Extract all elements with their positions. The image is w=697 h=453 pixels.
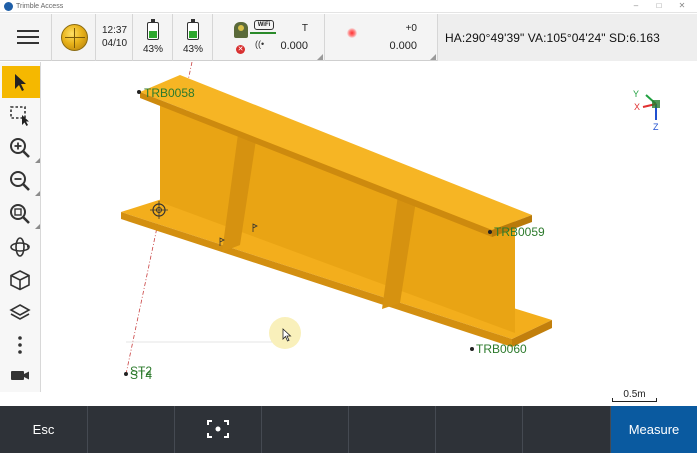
main-menu-button[interactable] bbox=[0, 14, 52, 61]
gnss-status-button[interactable] bbox=[52, 14, 96, 61]
point-label-trb0058[interactable]: TRB0058 bbox=[144, 86, 195, 100]
model-scene: Y X Z bbox=[121, 62, 660, 376]
axis-y-label: Y bbox=[633, 89, 639, 99]
maximize-button[interactable]: □ bbox=[648, 0, 670, 12]
measure-button[interactable]: Measure bbox=[611, 406, 697, 453]
prism-constant-label: +0 bbox=[405, 23, 417, 34]
point-marker bbox=[124, 372, 128, 376]
softkey-empty-3[interactable] bbox=[349, 406, 436, 453]
trimble-logo-icon bbox=[4, 2, 13, 11]
softkey-empty-1[interactable] bbox=[88, 406, 175, 453]
hamburger-icon bbox=[17, 30, 39, 32]
box-select-icon bbox=[10, 106, 29, 126]
layers-tool[interactable] bbox=[2, 297, 40, 329]
view-cube-tool[interactable] bbox=[2, 264, 40, 296]
clock-date: 04/10 bbox=[101, 38, 128, 49]
orbit-icon bbox=[10, 237, 30, 257]
point-marker bbox=[488, 230, 492, 234]
clock-display: 12:37 04/10 bbox=[96, 14, 133, 61]
softkey-empty-4[interactable] bbox=[436, 406, 523, 453]
battery-controller-pct: 43% bbox=[142, 44, 163, 55]
battery-instrument-pct: 43% bbox=[182, 44, 203, 55]
camera-tool[interactable] bbox=[2, 359, 40, 391]
point-marker bbox=[470, 347, 474, 351]
corner-indicator bbox=[317, 54, 323, 60]
point-label-trb0060[interactable]: TRB0060 bbox=[476, 342, 527, 356]
battery-icon bbox=[147, 19, 159, 40]
minimize-button[interactable]: – bbox=[625, 0, 647, 12]
close-button[interactable]: ✕ bbox=[671, 0, 693, 12]
softkey-empty-2[interactable] bbox=[262, 406, 349, 453]
laser-pointer-icon bbox=[347, 28, 357, 38]
wifi-icon: ((• bbox=[255, 39, 265, 49]
zoom-extents-icon bbox=[10, 204, 30, 224]
target-height-label: T bbox=[301, 23, 308, 34]
zoom-out-icon bbox=[10, 171, 30, 191]
softkey-empty-5[interactable] bbox=[523, 406, 611, 453]
more-tool[interactable] bbox=[2, 329, 40, 361]
angle-readout-text: HA:290°49'39" VA:105°04'24" SD:6.163 bbox=[445, 31, 660, 45]
trimble-access-window: Trimble Access – □ ✕ 12:37 04/10 43% 43%… bbox=[0, 0, 697, 453]
zoom-out-tool[interactable] bbox=[2, 165, 40, 197]
battery-instrument[interactable]: 43% bbox=[173, 14, 213, 61]
more-vertical-icon bbox=[18, 336, 22, 354]
angle-readout[interactable]: HA:290°49'39" VA:105°04'24" SD:6.163 bbox=[438, 14, 697, 61]
zoom-in-tool[interactable] bbox=[2, 132, 40, 164]
zoom-in-icon bbox=[10, 138, 30, 158]
box-select-tool[interactable] bbox=[2, 99, 40, 131]
snap-target-icon bbox=[207, 420, 229, 438]
signal-bar bbox=[250, 32, 276, 34]
cube-icon bbox=[10, 270, 30, 291]
globe-icon bbox=[61, 24, 88, 51]
window-title: Trimble Access bbox=[16, 3, 64, 10]
mouse-cursor-icon bbox=[282, 328, 292, 342]
map-viewport[interactable]: Y X Z TRB0058 TRB0059 TRB0060 ST2 ST4 0.… bbox=[42, 62, 697, 405]
clock-time: 12:37 bbox=[101, 25, 128, 36]
status-bar: 12:37 04/10 43% 43% ✕ WiFi ((• T 0.000 +… bbox=[0, 14, 697, 61]
orbit-tool[interactable] bbox=[2, 231, 40, 263]
corner-indicator bbox=[430, 54, 436, 60]
layers-icon bbox=[9, 304, 31, 320]
point-label-trb0059[interactable]: TRB0059 bbox=[494, 225, 545, 239]
target-status-button[interactable]: +0 0.000 bbox=[325, 14, 438, 61]
axis-z-label: Z bbox=[653, 122, 659, 132]
axes-gizmo-icon bbox=[642, 94, 660, 120]
battery-controller[interactable]: 43% bbox=[133, 14, 173, 61]
esc-button[interactable]: Esc bbox=[0, 406, 88, 453]
prism-constant-value: 0.000 bbox=[389, 40, 417, 52]
scale-bar: 0.5m bbox=[612, 389, 657, 402]
window-titlebar: Trimble Access – □ ✕ bbox=[0, 0, 697, 13]
total-station-icon bbox=[234, 22, 248, 38]
target-height-value: 0.000 bbox=[280, 40, 308, 52]
instrument-status-button[interactable]: ✕ WiFi ((• T 0.000 bbox=[214, 14, 325, 61]
pointer-icon bbox=[15, 74, 26, 91]
battery-icon bbox=[187, 19, 199, 40]
softkey-bar: Esc Measure bbox=[0, 406, 697, 453]
wifi-badge: WiFi bbox=[254, 20, 274, 30]
select-tool[interactable] bbox=[2, 66, 40, 98]
video-camera-icon bbox=[11, 371, 29, 380]
zoom-extents-tool[interactable] bbox=[2, 198, 40, 230]
map-toolbar bbox=[0, 62, 41, 392]
snap-button[interactable] bbox=[175, 406, 262, 453]
disconnected-icon: ✕ bbox=[236, 45, 245, 54]
point-marker bbox=[137, 90, 141, 94]
axis-x-label: X bbox=[634, 102, 640, 112]
point-label-st4[interactable]: ST4 bbox=[130, 368, 152, 382]
